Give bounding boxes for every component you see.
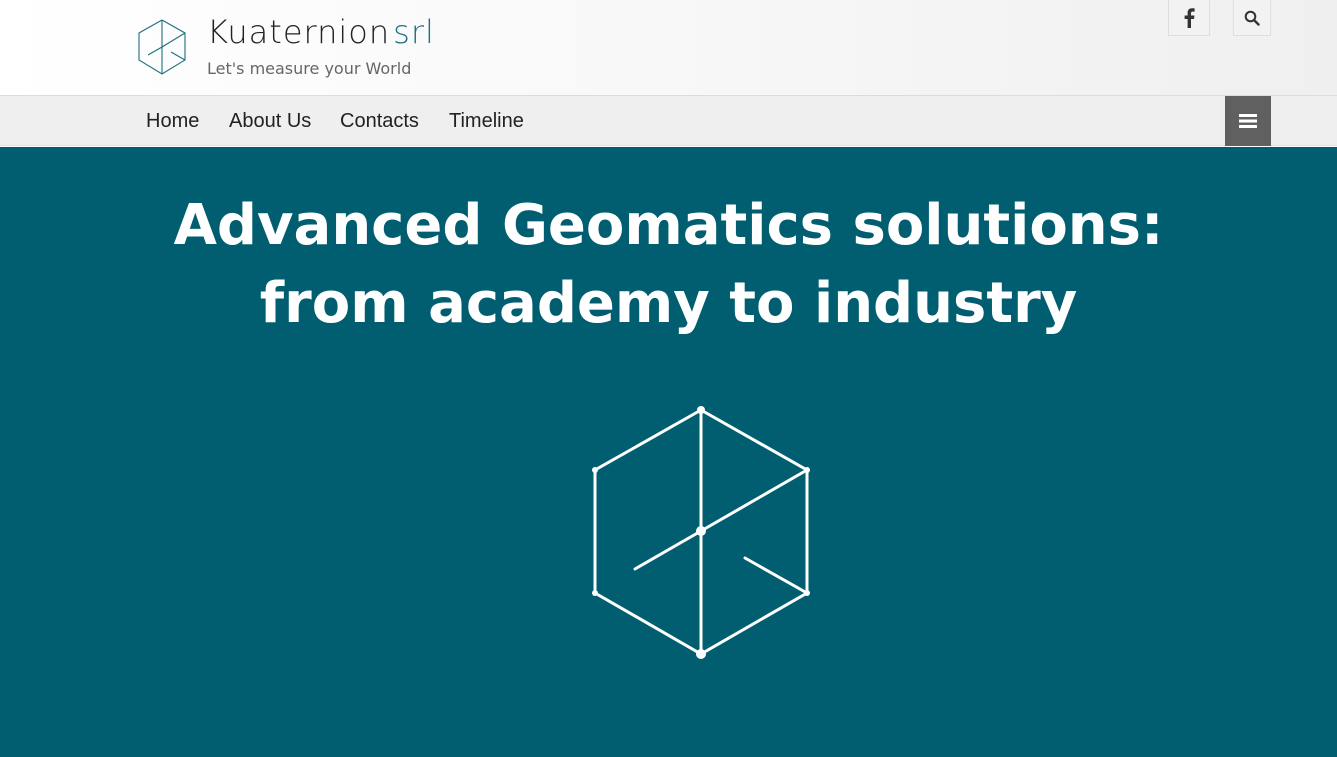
hero-title: Advanced Geomatics solutions: from acade… <box>0 187 1337 343</box>
facebook-button[interactable] <box>1168 0 1210 36</box>
hamburger-menu-icon <box>1239 114 1257 128</box>
site-tagline: Let's measure your World <box>207 59 412 78</box>
brand-suffix: srl <box>393 13 435 51</box>
nav-item-about-us[interactable]: About Us <box>229 96 311 146</box>
brand-name-text: Kuaternion <box>207 13 391 51</box>
hero-title-line-2: from academy to industry <box>259 271 1078 336</box>
cube-logo-icon <box>592 406 810 659</box>
search-button[interactable] <box>1233 0 1271 36</box>
nav-item-home[interactable]: Home <box>146 96 199 146</box>
hero-section: Advanced Geomatics solutions: from acade… <box>0 147 1337 757</box>
hero-title-line-1: Advanced Geomatics solutions: <box>173 193 1164 258</box>
menu-toggle-button[interactable] <box>1225 96 1271 146</box>
site-title[interactable]: Kuaternionsrl <box>207 12 435 52</box>
cube-logo-icon[interactable] <box>136 18 188 76</box>
main-nav: Home About Us Contacts Timeline <box>0 96 1337 146</box>
site-header: Kuaternionsrl Let's measure your World <box>0 0 1337 96</box>
search-icon <box>1244 10 1260 26</box>
facebook-icon <box>1184 7 1195 28</box>
nav-item-timeline[interactable]: Timeline <box>449 96 524 146</box>
nav-item-contacts[interactable]: Contacts <box>340 96 419 146</box>
